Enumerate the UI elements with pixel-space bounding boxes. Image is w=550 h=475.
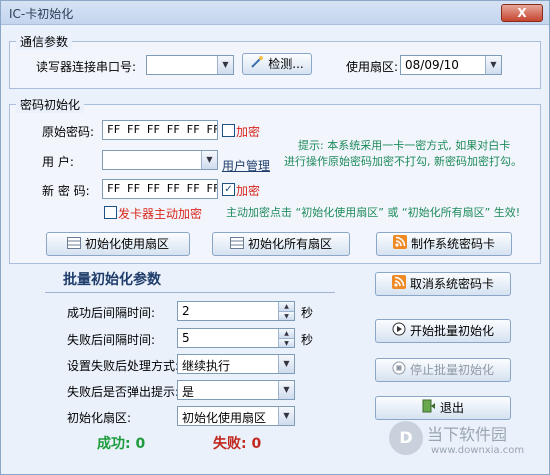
batch-sector-value: 初始化使用扇区 [182, 411, 267, 425]
stop-icon [392, 360, 406, 382]
fail-interval-spinner[interactable]: 5 ▲ ▼ [177, 328, 295, 348]
chevron-down-icon[interactable]: ▼ [278, 407, 294, 425]
fail-interval-value: 5 [182, 331, 190, 345]
exit-door-icon [422, 398, 436, 420]
user-select[interactable]: ▼ [102, 150, 218, 170]
new-password-label: 新 密 码: [42, 184, 90, 198]
password-init-group: 密码初始化 原始密码: FF FF FF FF FF FF 加密 用 户: ▼ … [9, 96, 541, 264]
spin-up-icon[interactable]: ▲ [278, 302, 294, 311]
batch-sector-label: 初始化扇区: [67, 411, 132, 425]
spin-down-icon[interactable]: ▼ [278, 338, 294, 347]
sector-select[interactable]: 08/09/10 ▼ [400, 55, 502, 75]
make-system-card-button[interactable]: 制作系统密码卡 [376, 232, 512, 256]
close-button[interactable]: X [501, 4, 543, 22]
spin-up-icon[interactable]: ▲ [278, 329, 294, 338]
rss-icon [392, 234, 407, 256]
detect-label: 检测... [268, 57, 304, 71]
success-interval-unit: 秒 [301, 306, 314, 320]
chevron-down-icon[interactable]: ▼ [278, 355, 294, 373]
encrypt-note: 主动加密点击 “初始化使用扇区” 或 “初始化所有扇区” 生效! [226, 206, 521, 219]
chevron-down-icon[interactable]: ▼ [217, 56, 233, 74]
password-init-title: 密码初始化 [16, 96, 85, 113]
spin-down-icon[interactable]: ▼ [278, 311, 294, 320]
new-password-input[interactable]: FF FF FF FF FF FF [102, 179, 218, 199]
fail-mode-label: 设置失败后处理方式: [67, 359, 180, 373]
tip-line-2: 进行操作原始密码加密不打勾, 新密码加密打勾。 [284, 155, 522, 168]
make-system-card-label: 制作系统密码卡 [410, 237, 495, 251]
popup-select[interactable]: 是 ▼ [177, 380, 295, 400]
stop-batch-button[interactable]: 停止批量初始化 [375, 358, 511, 382]
fail-mode-select[interactable]: 继续执行 ▼ [177, 354, 295, 374]
init-used-sectors-button[interactable]: 初始化使用扇区 [46, 232, 190, 256]
chevron-down-icon[interactable]: ▼ [278, 381, 294, 399]
popup-value: 是 [182, 385, 195, 399]
ic-card-init-window: IC-卡初始化 X 通信参数 读写器连接串口号: ▼ 检测... 使用扇区: 0… [0, 0, 550, 475]
comm-params-group: 通信参数 读写器连接串口号: ▼ 检测... 使用扇区: 08/09/10 ▼ [9, 33, 541, 89]
grid-icon [66, 234, 81, 256]
new-encrypt-label: 加密 [236, 184, 261, 198]
fail-mode-value: 继续执行 [182, 359, 231, 373]
success-interval-value: 2 [182, 304, 190, 318]
new-encrypt-checkbox[interactable]: ✓ [222, 183, 235, 196]
orig-password-input[interactable]: FF FF FF FF FF FF [102, 120, 218, 140]
success-interval-spinner[interactable]: 2 ▲ ▼ [177, 301, 295, 321]
success-count: 成功: 0 [97, 436, 146, 452]
port-select[interactable]: ▼ [146, 55, 234, 75]
orig-encrypt-label: 加密 [236, 125, 261, 139]
magic-wand-icon [250, 55, 264, 75]
success-interval-label: 成功后间隔时间: [67, 306, 156, 320]
tip-line-1: 提示: 本系统采用一卡一密方式, 如果对白卡 [298, 139, 511, 152]
reader-encrypt-label: 发卡器主动加密 [118, 207, 203, 221]
reader-encrypt-checkbox[interactable] [104, 206, 117, 219]
fail-interval-label: 失败后间隔时间: [67, 333, 156, 347]
exit-button[interactable]: 退出 [375, 396, 511, 420]
detect-button[interactable]: 检测... [242, 53, 312, 75]
title-bar: IC-卡初始化 X [1, 1, 549, 25]
chevron-down-icon[interactable]: ▼ [201, 151, 217, 169]
init-all-sectors-button[interactable]: 初始化所有扇区 [212, 232, 350, 256]
fail-interval-unit: 秒 [301, 333, 314, 347]
start-batch-label: 开始批量初始化 [409, 324, 494, 338]
cancel-system-card-label: 取消系统密码卡 [409, 277, 494, 291]
batch-params-title: 批量初始化参数 [63, 272, 161, 288]
init-all-sectors-label: 初始化所有扇区 [247, 237, 332, 251]
grid-icon [229, 234, 244, 256]
sector-value: 08/09/10 [405, 58, 459, 72]
init-used-sectors-label: 初始化使用扇区 [84, 237, 169, 251]
watermark-logo: D [389, 421, 423, 455]
fail-count: 失败: 0 [213, 436, 262, 452]
user-label: 用 户: [42, 155, 74, 169]
watermark-text: 当下软件园 [427, 425, 508, 444]
orig-encrypt-checkbox[interactable] [222, 124, 235, 137]
stop-batch-label: 停止批量初始化 [409, 363, 494, 377]
rss-icon [391, 274, 406, 296]
batch-sector-select[interactable]: 初始化使用扇区 ▼ [177, 406, 295, 426]
user-manage-link[interactable]: 用户管理 [222, 157, 270, 174]
window-title: IC-卡初始化 [9, 7, 74, 21]
comm-params-title: 通信参数 [16, 33, 73, 50]
cancel-system-card-button[interactable]: 取消系统密码卡 [375, 272, 511, 296]
exit-label: 退出 [439, 401, 464, 415]
start-batch-button[interactable]: 开始批量初始化 [375, 319, 511, 343]
port-label: 读写器连接串口号: [36, 60, 137, 74]
sector-label: 使用扇区: [346, 60, 399, 74]
chevron-down-icon[interactable]: ▼ [485, 56, 501, 74]
orig-password-label: 原始密码: [42, 125, 95, 139]
batch-title-divider [45, 292, 335, 293]
watermark-url: www.downxia.com [431, 445, 525, 456]
play-icon [392, 321, 406, 343]
popup-label: 失败后是否弹出提示: [67, 385, 180, 399]
